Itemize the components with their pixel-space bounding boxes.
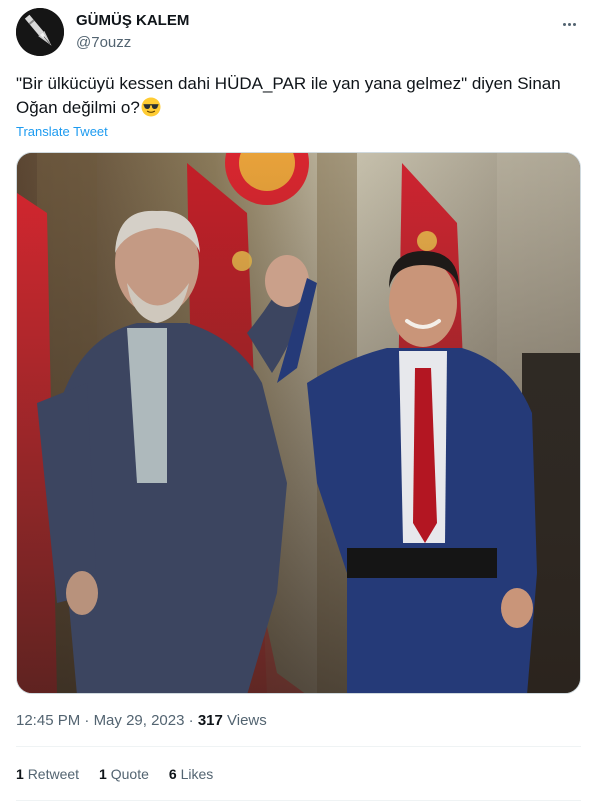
retweets-stat[interactable]: 1 Retweet (16, 766, 79, 782)
quotes-label: Quote (110, 766, 149, 782)
likes-stat[interactable]: 6 Likes (169, 766, 213, 782)
fountain-pen-avatar-icon (16, 8, 64, 56)
tweet-date[interactable]: May 29, 2023 (94, 712, 185, 729)
photo-two-men-raised-hands (17, 153, 580, 693)
dot (562, 22, 566, 26)
more-options-icon[interactable] (557, 14, 581, 34)
tweet-meta: 12:45 PM · May 29, 2023 · 317 Views (16, 712, 267, 729)
quotes-count: 1 (99, 766, 107, 782)
likes-label: Likes (180, 766, 214, 782)
dot (567, 22, 571, 26)
meta-separator: · (188, 712, 194, 729)
tweet-header: GÜMÜŞ KALEM @7ouzz (16, 8, 581, 56)
tweet-text-block: "Bir ülkücüyü kessen dahi HÜDA_PAR ile y… (16, 72, 581, 120)
avatar[interactable] (16, 8, 64, 56)
tweet-card: GÜMÜŞ KALEM @7ouzz "Bir ülkücüyü kessen … (0, 0, 597, 804)
tweet-text: "Bir ülkücüyü kessen dahi HÜDA_PAR ile y… (16, 74, 561, 117)
user-handle[interactable]: @7ouzz (76, 34, 131, 51)
tweet-time[interactable]: 12:45 PM (16, 712, 80, 729)
tweet-photo[interactable] (16, 152, 581, 694)
views-label: Views (227, 712, 267, 729)
likes-count: 6 (168, 766, 177, 782)
quotes-stat[interactable]: 1 Quote (99, 766, 149, 782)
views-count: 317 (197, 712, 223, 729)
translate-tweet-link[interactable]: Translate Tweet (16, 124, 108, 139)
retweets-label: Retweet (27, 766, 80, 782)
sunglasses-emoji-icon (141, 97, 161, 117)
meta-separator: · (84, 712, 90, 729)
tweet-stats: 1 Retweet 1 Quote 6 Likes (16, 766, 213, 782)
divider (16, 800, 581, 801)
retweets-count: 1 (16, 766, 24, 782)
dot (572, 22, 576, 26)
display-name[interactable]: GÜMÜŞ KALEM (76, 12, 189, 29)
divider (16, 746, 581, 747)
